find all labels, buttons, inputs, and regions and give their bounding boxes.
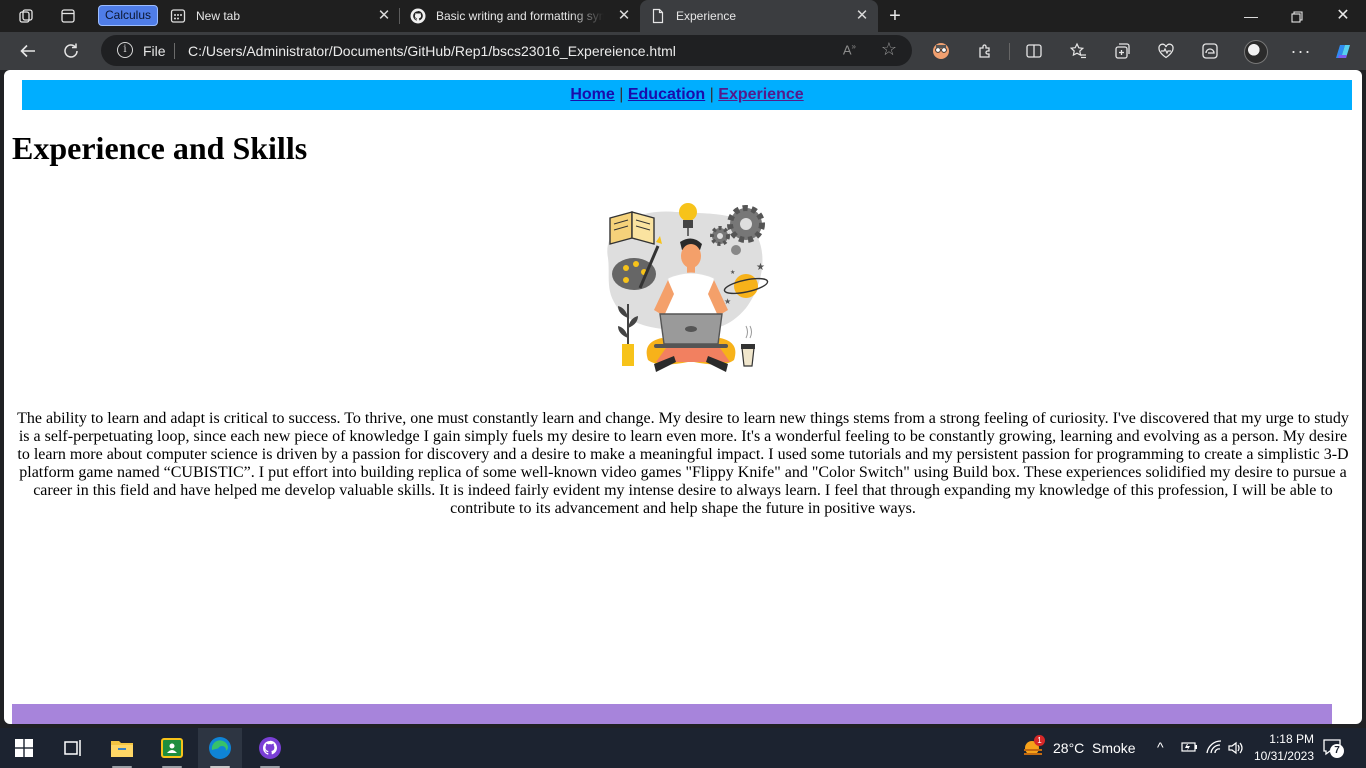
google-classroom-icon[interactable]: [150, 728, 194, 768]
browser-tab-strip: Calculus New tab ✕ Basic writing and for…: [0, 0, 1366, 32]
coffee-cup-icon: [741, 325, 755, 367]
windows-taskbar: 1 28°C Smoke ^ 1:18 PM 10/31/2023 7: [0, 728, 1366, 768]
weather-condition[interactable]: Smoke: [1092, 740, 1136, 756]
clock-time: 1:18 PM: [1269, 732, 1314, 746]
nav-link-experience[interactable]: Experience: [718, 86, 803, 103]
refresh-icon[interactable]: [57, 38, 85, 64]
page-icon: [650, 8, 666, 24]
battery-icon[interactable]: [1180, 740, 1198, 759]
tab-title: Experience: [676, 9, 737, 23]
favorites-icon[interactable]: [1064, 38, 1092, 64]
restore-icon[interactable]: [1274, 0, 1320, 32]
address-divider: [174, 43, 175, 59]
person-with-laptop-illustration: ★ ★ ★: [596, 198, 770, 376]
tab-group-chip[interactable]: Calculus: [98, 5, 159, 26]
toolbar-divider: [1009, 43, 1010, 60]
show-hidden-icons-chevron-icon[interactable]: ^: [1157, 739, 1164, 755]
workspaces-icon[interactable]: [16, 6, 36, 26]
wifi-icon[interactable]: [1205, 740, 1223, 761]
edge-bar-icon[interactable]: [1196, 38, 1224, 64]
footer-bar: [12, 704, 1332, 724]
close-window-icon[interactable]: ✕: [1320, 0, 1366, 32]
more-menu-icon[interactable]: ···: [1287, 38, 1315, 64]
address-bar[interactable]: i File C:/Users/Administrator/Documents/…: [101, 35, 912, 66]
profile-extension-icon[interactable]: [927, 38, 955, 64]
weather-alert-badge: 1: [1034, 735, 1045, 746]
file-explorer-icon[interactable]: [100, 728, 144, 768]
weather-temperature[interactable]: 28°C: [1053, 740, 1084, 756]
site-nav-bar: Home | Education | Experience: [22, 80, 1352, 110]
nav-separator: |: [619, 86, 624, 103]
task-view-icon[interactable]: [50, 728, 94, 768]
notifications-icon[interactable]: 7: [1322, 738, 1344, 758]
browser-essentials-icon[interactable]: [1152, 38, 1180, 64]
url-text[interactable]: C:/Users/Administrator/Documents/GitHub/…: [188, 43, 676, 59]
new-tab-plus-icon[interactable]: +: [885, 5, 905, 27]
svg-text:★: ★: [730, 269, 735, 276]
github-icon: [410, 8, 426, 24]
back-arrow-icon[interactable]: [14, 38, 42, 64]
profile-avatar[interactable]: [1244, 40, 1268, 64]
experience-paragraph: The ability to learn and adapt is critic…: [17, 410, 1349, 517]
nav-separator: |: [709, 86, 714, 103]
nav-link-home[interactable]: Home: [570, 86, 614, 103]
tab-title: Basic writing and formatting synt: [436, 9, 604, 23]
site-info-icon[interactable]: i: [117, 42, 133, 58]
split-screen-icon[interactable]: [1020, 38, 1048, 64]
tab-experience-active[interactable]: Experience ✕: [640, 0, 878, 32]
extensions-puzzle-icon[interactable]: [971, 38, 999, 64]
tab-new-tab[interactable]: New tab ✕: [160, 0, 398, 32]
collections-icon[interactable]: [1108, 38, 1136, 64]
system-clock[interactable]: 1:18 PM 10/31/2023: [1254, 731, 1314, 765]
weather-icon[interactable]: 1: [1020, 735, 1046, 760]
scheme-label: File: [143, 43, 166, 59]
copilot-icon[interactable]: [1329, 38, 1357, 64]
close-tab-icon[interactable]: ✕: [854, 8, 870, 24]
notification-count-badge: 7: [1330, 744, 1344, 758]
tab-title: New tab: [196, 9, 241, 23]
browser-toolbar: i File C:/Users/Administrator/Documents/…: [0, 32, 1366, 70]
edge-browser-icon[interactable]: [198, 728, 242, 768]
nav-link-education[interactable]: Education: [628, 86, 705, 103]
page-title: Experience and Skills: [12, 130, 308, 166]
laptop-icon: [654, 313, 728, 348]
minimize-icon[interactable]: —: [1228, 0, 1274, 32]
github-desktop-icon[interactable]: [248, 728, 292, 768]
windows-start-icon[interactable]: [2, 728, 46, 768]
favorite-star-icon[interactable]: ☆: [881, 39, 897, 60]
close-tab-icon[interactable]: ✕: [376, 8, 392, 24]
volume-icon[interactable]: [1227, 740, 1245, 761]
tab-github-docs[interactable]: Basic writing and formatting synt ✕: [400, 0, 638, 32]
svg-text:★: ★: [756, 262, 765, 273]
read-aloud-icon[interactable]: A»: [843, 42, 856, 57]
close-tab-icon[interactable]: ✕: [616, 8, 632, 24]
tab-actions-icon[interactable]: [58, 6, 78, 26]
new-tab-icon: [170, 8, 186, 24]
page-viewport: Home | Education | Experience Experience…: [4, 70, 1362, 724]
clock-date: 10/31/2023: [1253, 749, 1314, 763]
